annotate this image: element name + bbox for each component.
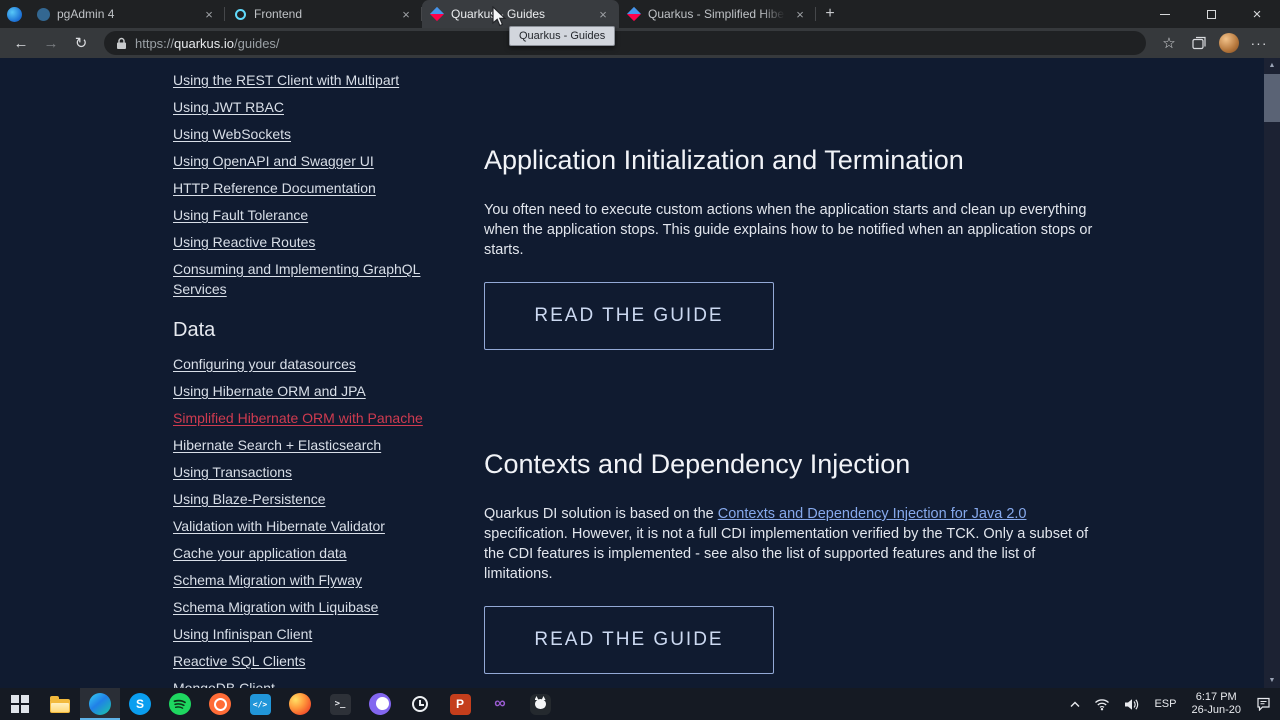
tab-title: Quarkus - Simplified Hibernate ORM with … xyxy=(648,7,785,21)
maximize-button[interactable] xyxy=(1188,0,1234,28)
start-button[interactable] xyxy=(0,688,40,720)
tab-close-icon[interactable]: × xyxy=(398,6,414,22)
action-center-icon[interactable] xyxy=(1249,688,1278,720)
tab-frontend[interactable]: Frontend × xyxy=(225,0,422,28)
clock-app-icon[interactable] xyxy=(400,688,440,720)
sidebar-link[interactable]: Using Hibernate ORM and JPA xyxy=(173,381,425,401)
guide-section-init-termination: Application Initialization and Terminati… xyxy=(484,142,1099,350)
address-bar[interactable]: https://quarkus.io/guides/ xyxy=(104,31,1146,55)
quarkus-favicon xyxy=(626,6,642,22)
clock-time: 6:17 PM xyxy=(1195,691,1237,703)
terminal-icon[interactable]: >_ xyxy=(320,688,360,720)
system-tray: ESP 6:17 PM 26-Jun-20 xyxy=(1063,688,1280,720)
quarkus-favicon xyxy=(429,6,445,22)
cdi-spec-link[interactable]: Contexts and Dependency Injection for Ja… xyxy=(718,506,1027,522)
powerpoint-icon[interactable]: P xyxy=(440,688,480,720)
windows-taskbar: S </> >_ P ∞ ESP 6:17 PM 26-Jun-20 xyxy=(0,688,1280,720)
guides-main: Application Initialization and Terminati… xyxy=(484,58,1099,688)
hidden-icons-chevron[interactable] xyxy=(1063,688,1087,720)
page-scrollbar[interactable]: ▲ ▼ xyxy=(1264,58,1280,688)
tab-pgadmin[interactable]: pgAdmin 4 × xyxy=(28,0,225,28)
sidebar-link[interactable]: Hibernate Search + Elasticsearch xyxy=(173,435,425,455)
lock-icon xyxy=(117,37,126,49)
sidebar-link[interactable]: Consuming and Implementing GraphQL Servi… xyxy=(173,259,425,299)
url-text: https://quarkus.io/guides/ xyxy=(135,35,280,51)
sidebar-link[interactable]: Using OpenAPI and Swagger UI xyxy=(173,151,425,171)
sidebar-link[interactable]: MongoDB Client xyxy=(173,678,425,688)
section-body: You often need to execute custom actions… xyxy=(484,202,1093,258)
sidebar-link[interactable]: Using Fault Tolerance xyxy=(173,205,425,225)
sidebar-link[interactable]: Schema Migration with Flyway xyxy=(173,570,425,590)
wifi-icon[interactable] xyxy=(1087,688,1117,720)
windows-logo-icon xyxy=(11,695,29,713)
sidebar-link[interactable]: Using Reactive Routes xyxy=(173,232,425,252)
section-body: Quarkus DI solution is based on the Cont… xyxy=(484,506,1089,582)
tab-close-icon[interactable]: × xyxy=(201,6,217,22)
scrollbar-thumb[interactable] xyxy=(1264,74,1280,122)
sidebar-link[interactable]: Using Infinispan Client xyxy=(173,624,425,644)
volume-icon[interactable] xyxy=(1117,688,1147,720)
sidebar-section-title: Data xyxy=(173,319,216,341)
browser-window: pgAdmin 4 × Frontend × Quarkus - Guides … xyxy=(0,0,1280,720)
sidebar-link[interactable]: Cache your application data xyxy=(173,543,425,563)
back-button[interactable]: ← xyxy=(6,30,36,56)
sidebar-link[interactable]: Using JWT RBAC xyxy=(173,97,425,117)
postman-icon[interactable] xyxy=(200,688,240,720)
pgadmin-favicon xyxy=(36,7,50,21)
tab-title: pgAdmin 4 xyxy=(57,7,115,21)
sidebar-link[interactable]: Using the REST Client with Multipart xyxy=(173,70,425,90)
sidebar-link[interactable]: Validation with Hibernate Validator xyxy=(173,516,425,536)
section-title: Contexts and Dependency Injection xyxy=(484,449,911,479)
forward-button[interactable]: → xyxy=(36,30,66,56)
insomnia-icon[interactable] xyxy=(360,688,400,720)
sidebar-link[interactable]: Using Transactions xyxy=(173,462,425,482)
favorites-star-icon[interactable]: ☆ xyxy=(1154,30,1184,56)
guides-sidebar: Using the REST Client with Multipart Usi… xyxy=(173,70,425,688)
scroll-down-icon[interactable]: ▼ xyxy=(1264,673,1280,688)
sidebar-link[interactable]: HTTP Reference Documentation xyxy=(173,178,425,198)
vscode-icon[interactable]: </> xyxy=(240,688,280,720)
sidebar-link[interactable]: Reactive SQL Clients xyxy=(173,651,425,671)
tab-title: Frontend xyxy=(254,7,303,21)
firefox-icon[interactable] xyxy=(280,688,320,720)
guide-section-cdi: Contexts and Dependency Injection Quarku… xyxy=(484,446,1099,674)
taskbar-clock[interactable]: 6:17 PM 26-Jun-20 xyxy=(1183,691,1249,717)
collections-icon[interactable] xyxy=(1184,30,1214,56)
language-indicator[interactable]: ESP xyxy=(1147,688,1183,720)
profile-avatar[interactable] xyxy=(1214,30,1244,56)
tab-title: Quarkus - Guides xyxy=(451,7,546,21)
file-explorer-icon[interactable] xyxy=(40,688,80,720)
browser-toolbar: ← → ↻ https://quarkus.io/guides/ ☆ ··· xyxy=(0,28,1280,58)
refresh-button[interactable]: ↻ xyxy=(66,30,96,56)
github-desktop-icon[interactable] xyxy=(520,688,560,720)
sidebar-link[interactable]: Using WebSockets xyxy=(173,124,425,144)
read-guide-button[interactable]: READ THE GUIDE xyxy=(484,606,774,674)
scroll-up-icon[interactable]: ▲ xyxy=(1264,58,1280,73)
more-options-icon[interactable]: ··· xyxy=(1244,30,1274,56)
page-content: Using the REST Client with Multipart Usi… xyxy=(0,58,1280,688)
new-tab-button[interactable]: + xyxy=(816,0,844,28)
sidebar-link[interactable]: Configuring your datasources xyxy=(173,354,425,374)
spotify-icon[interactable] xyxy=(160,688,200,720)
sidebar-link[interactable]: Schema Migration with Liquibase xyxy=(173,597,425,617)
section-title: Application Initialization and Terminati… xyxy=(484,145,964,175)
read-guide-button[interactable]: READ THE GUIDE xyxy=(484,282,774,350)
tab-quarkus-guides[interactable]: Quarkus - Guides × xyxy=(422,0,619,28)
tab-tooltip: Quarkus - Guides xyxy=(509,26,616,46)
visual-studio-icon[interactable]: ∞ xyxy=(480,688,520,720)
tab-strip: pgAdmin 4 × Frontend × Quarkus - Guides … xyxy=(0,0,1280,28)
mouse-cursor xyxy=(492,6,507,27)
skype-icon[interactable]: S xyxy=(120,688,160,720)
clock-date: 26-Jun-20 xyxy=(1191,704,1241,716)
tab-quarkus-panache[interactable]: Quarkus - Simplified Hibernate ORM with … xyxy=(619,0,816,28)
edge-icon[interactable] xyxy=(80,688,120,720)
sidebar-link[interactable]: Using Blaze-Persistence xyxy=(173,489,425,509)
tab-close-icon[interactable]: × xyxy=(595,6,611,22)
react-favicon xyxy=(233,7,247,21)
sidebar-link-active[interactable]: Simplified Hibernate ORM with Panache xyxy=(173,408,425,428)
close-button[interactable]: × xyxy=(1234,0,1280,28)
browser-logo-icon xyxy=(0,0,28,28)
minimize-button[interactable] xyxy=(1142,0,1188,28)
tab-close-icon[interactable]: × xyxy=(792,6,808,22)
